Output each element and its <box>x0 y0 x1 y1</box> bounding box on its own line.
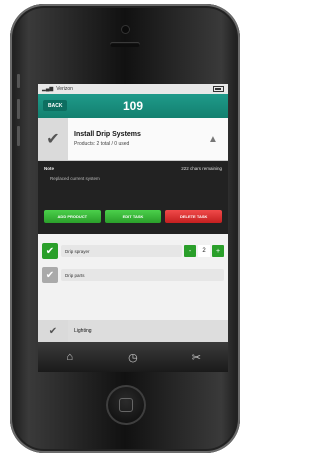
phone-frame: ▂▄▆ Verizon BACK 109 ✔ Install Drip Syst… <box>10 4 240 453</box>
task-title: Install Drip Systems <box>74 131 141 138</box>
part-name-field[interactable]: Drip sprayer <box>61 245 182 257</box>
front-camera <box>122 26 129 33</box>
decrement-button[interactable]: - <box>184 245 196 257</box>
list-item[interactable]: ✔ Lighting <box>38 320 228 342</box>
status-bar: ▂▄▆ Verizon <box>38 84 228 94</box>
checkmark-icon[interactable]: ✔ <box>42 267 58 283</box>
checkmark-icon[interactable]: ✔ <box>38 118 68 160</box>
signal-icon: ▂▄▆ <box>42 86 54 92</box>
checkmark-icon[interactable]: ✔ <box>42 243 58 259</box>
quantity-value: 2 <box>198 245 210 257</box>
volume-up-button <box>17 99 20 119</box>
increment-button[interactable]: + <box>212 245 224 257</box>
task-header[interactable]: ✔ Install Drip Systems Products: 2 total… <box>38 118 228 161</box>
part-name-field[interactable]: Drip parts <box>61 269 224 281</box>
note-field[interactable]: Replaced current system <box>44 176 222 181</box>
clock-icon[interactable]: ◷ <box>118 351 148 364</box>
app-screen: ▂▄▆ Verizon BACK 109 ✔ Install Drip Syst… <box>38 84 228 372</box>
part-row: ✔ Drip sprayer - 2 + <box>42 243 224 259</box>
note-section: Note 222 chars remaining Replaced curren… <box>38 161 228 234</box>
delete-task-button[interactable]: DELETE TASK <box>165 210 223 223</box>
nav-bar: BACK 109 <box>38 94 228 118</box>
action-buttons: ADD PRODUCT EDIT TASK DELETE TASK <box>38 210 228 223</box>
task-subtitle: Products: 2 total / 0 used <box>74 141 130 147</box>
battery-icon <box>213 86 224 92</box>
checkmark-icon: ✔ <box>38 320 68 342</box>
tools-icon[interactable]: ✂ <box>181 351 211 364</box>
edit-task-button[interactable]: EDIT TASK <box>104 210 162 223</box>
volume-down-button <box>17 126 20 146</box>
earpiece-speaker <box>110 42 140 47</box>
carrier-label: Verizon <box>56 86 73 92</box>
home-button[interactable] <box>106 385 146 425</box>
note-label: Note <box>44 166 54 171</box>
back-button[interactable]: BACK <box>43 100 68 111</box>
chars-remaining: 222 chars remaining <box>181 166 222 171</box>
triangle-up-icon[interactable]: ▲ <box>208 134 222 145</box>
add-product-button[interactable]: ADD PRODUCT <box>44 210 101 223</box>
list-item-title: Lighting <box>74 328 92 334</box>
mute-switch <box>17 74 20 88</box>
tab-bar: ⌂ ◷ ✂ <box>38 342 228 372</box>
home-icon[interactable]: ⌂ <box>55 351 85 363</box>
part-row: ✔ Drip parts <box>42 267 224 283</box>
nav-title: 109 <box>122 99 144 113</box>
